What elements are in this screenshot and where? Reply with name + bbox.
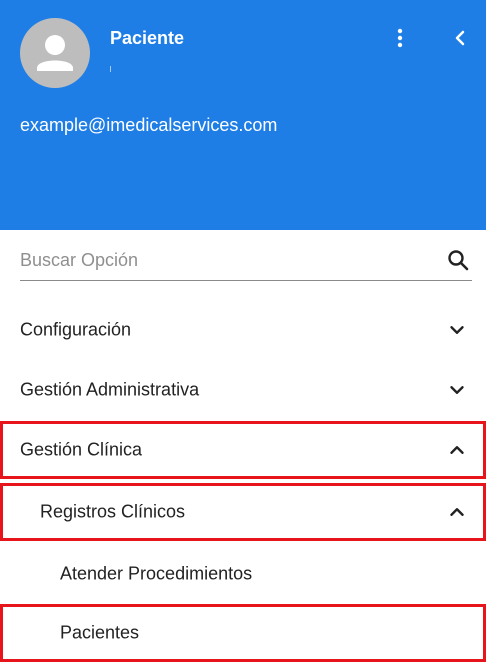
search-input[interactable] (20, 246, 430, 274)
menu-item-label: Configuración (20, 319, 132, 340)
menu-item-gestion-clinica[interactable]: Gestión Clínica (0, 421, 486, 479)
chevron-left-icon[interactable] (448, 26, 472, 50)
chevron-up-icon (450, 508, 464, 516)
menu-item-label: Atender Procedimientos (60, 563, 253, 584)
menu-item-gestion-administrativa[interactable]: Gestión Administrativa (0, 361, 486, 419)
menu-item-label: Pacientes (60, 622, 140, 643)
user-email: example@imedicalservices.com (20, 115, 278, 135)
chevron-down-icon (450, 386, 464, 394)
search-icon[interactable] (446, 248, 470, 272)
chevron-up-icon (450, 446, 464, 454)
menu-item-label: Gestión Clínica (20, 439, 143, 460)
menu-item-label: Registros Clínicos (40, 501, 186, 522)
person-icon (37, 35, 73, 71)
menu-item-atender-procedimientos[interactable]: Atender Procedimientos (0, 545, 486, 603)
menu-item-configuracion[interactable]: Configuración (0, 301, 486, 359)
search-field (20, 240, 472, 281)
user-role-placeholder (110, 66, 111, 72)
menu-item-registros-clinicos[interactable]: Registros Clínicos (0, 483, 486, 541)
user-name: Paciente (110, 28, 185, 48)
menu-item-label: Gestión Administrativa (20, 379, 200, 400)
avatar[interactable] (20, 18, 90, 88)
navigation-drawer: Paciente example@imedicalservices.com Bu… (0, 0, 486, 667)
more-vert-icon[interactable] (388, 26, 412, 50)
menu-item-pacientes[interactable]: Pacientes (0, 604, 486, 662)
drawer-header: Paciente example@imedicalservices.com (0, 0, 486, 230)
chevron-down-icon (450, 326, 464, 334)
